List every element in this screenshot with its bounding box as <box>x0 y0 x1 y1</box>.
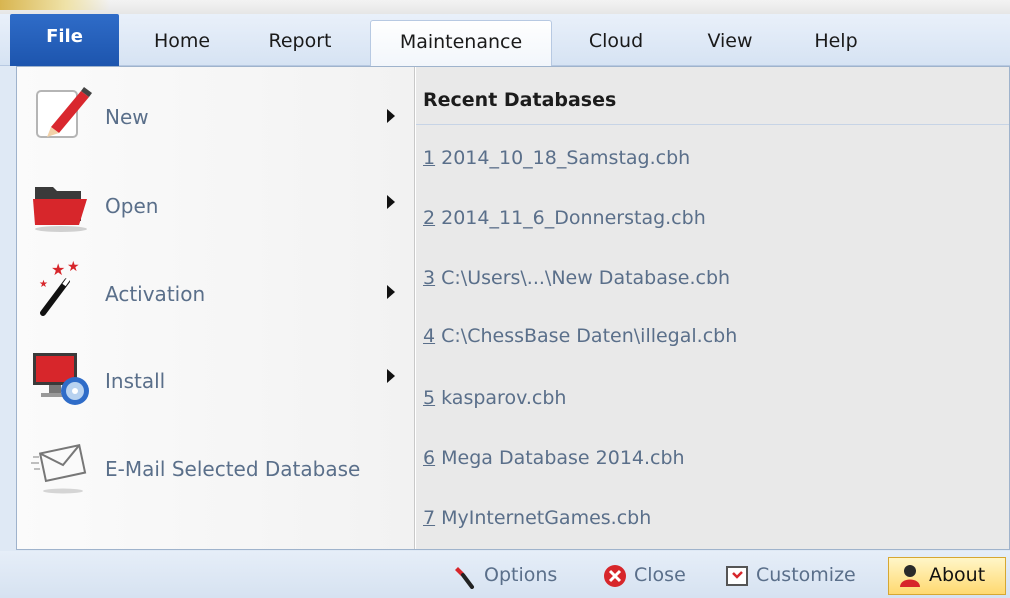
tab-maintenance[interactable]: Maintenance <box>370 20 552 66</box>
submenu-arrow-icon <box>387 285 395 299</box>
recent-item-name: 2014_10_18_Samstag.cbh <box>435 147 691 169</box>
recent-item-number: 1 <box>423 147 436 169</box>
svg-text:★: ★ <box>67 259 80 275</box>
pencil-document-icon <box>31 83 93 145</box>
recent-item-name: MyInternetGames.cbh <box>435 507 652 529</box>
recent-item-number: 4 <box>423 325 436 347</box>
file-menu-footer: Options Close Customize About <box>0 551 1010 598</box>
tab-help[interactable]: Help <box>796 26 876 66</box>
recent-item-7[interactable]: 7 MyInternetGames.cbh <box>423 507 651 529</box>
recent-item-number: 7 <box>423 507 436 529</box>
tab-file[interactable]: File <box>10 14 119 66</box>
user-icon <box>897 563 923 589</box>
recent-item-4[interactable]: 4 C:\ChessBase Daten\illegal.cbh <box>423 325 737 347</box>
magic-wand-icon: ★ ★ ★ <box>31 257 93 319</box>
tab-home[interactable]: Home <box>134 26 230 66</box>
menu-item-label: Install <box>105 369 166 393</box>
about-label: About <box>929 564 986 586</box>
submenu-arrow-icon <box>387 195 395 209</box>
recent-item-name: 2014_11_6_Donnerstag.cbh <box>435 207 706 229</box>
submenu-arrow-icon <box>387 109 395 123</box>
recent-item-name: C:\ChessBase Daten\illegal.cbh <box>435 325 738 347</box>
customize-button[interactable]: Customize <box>724 559 856 593</box>
menu-item-open[interactable]: Open <box>17 159 414 247</box>
envelope-icon <box>31 435 93 497</box>
tab-report[interactable]: Report <box>250 26 350 66</box>
recent-item-name: kasparov.cbh <box>435 387 567 409</box>
wrench-icon <box>452 563 478 589</box>
recent-databases-pane: Recent Databases 1 2014_10_18_Samstag.cb… <box>416 67 1009 549</box>
tab-cloud[interactable]: Cloud <box>570 26 662 66</box>
monitor-disc-icon <box>31 347 93 409</box>
submenu-arrow-icon <box>387 369 395 383</box>
folder-icon <box>31 173 93 235</box>
recent-item-5[interactable]: 5 kasparov.cbh <box>423 387 566 409</box>
recent-item-name: C:\Users\...\New Database.cbh <box>435 267 731 289</box>
title-strip <box>0 0 1010 14</box>
recent-item-2[interactable]: 2 2014_11_6_Donnerstag.cbh <box>423 207 706 229</box>
close-label: Close <box>634 564 686 586</box>
menu-item-label: New <box>105 105 149 129</box>
recent-item-3[interactable]: 3 C:\Users\...\New Database.cbh <box>423 267 730 289</box>
tab-view[interactable]: View <box>690 26 770 66</box>
customize-label: Customize <box>756 564 856 586</box>
menu-item-install[interactable]: Install <box>17 335 414 423</box>
recent-item-1[interactable]: 1 2014_10_18_Samstag.cbh <box>423 147 690 169</box>
title-strip-accent <box>0 0 110 10</box>
recent-item-number: 5 <box>423 387 436 409</box>
menu-item-activation[interactable]: ★ ★ ★ Activation <box>17 247 414 335</box>
recent-item-number: 2 <box>423 207 436 229</box>
ribbon-tab-bar: File Home Report Maintenance Cloud View … <box>0 14 1010 66</box>
file-menu-panel: New Open ★ ★ ★ Activation Install E-Mail… <box>16 66 1010 550</box>
options-label: Options <box>484 564 558 586</box>
about-button[interactable]: About <box>888 557 1006 595</box>
file-menu-commands: New Open ★ ★ ★ Activation Install E-Mail… <box>17 67 415 549</box>
recent-databases-title: Recent Databases <box>423 89 617 111</box>
menu-item-label: E-Mail Selected Database <box>105 457 361 481</box>
options-button[interactable]: Options <box>452 559 557 593</box>
svg-text:★: ★ <box>39 279 48 290</box>
customize-icon <box>724 563 750 589</box>
recent-databases-header: Recent Databases <box>416 67 1009 125</box>
recent-item-name: Mega Database 2014.cbh <box>435 447 685 469</box>
recent-item-6[interactable]: 6 Mega Database 2014.cbh <box>423 447 685 469</box>
menu-item-new[interactable]: New <box>17 71 414 159</box>
menu-item-email-selected-database[interactable]: E-Mail Selected Database <box>17 423 414 511</box>
close-circle-icon <box>602 563 628 589</box>
menu-item-label: Activation <box>105 282 206 306</box>
close-button[interactable]: Close <box>602 559 686 593</box>
recent-item-number: 6 <box>423 447 436 469</box>
recent-item-number: 3 <box>423 267 436 289</box>
svg-text:★: ★ <box>51 260 65 279</box>
menu-item-label: Open <box>105 194 159 218</box>
